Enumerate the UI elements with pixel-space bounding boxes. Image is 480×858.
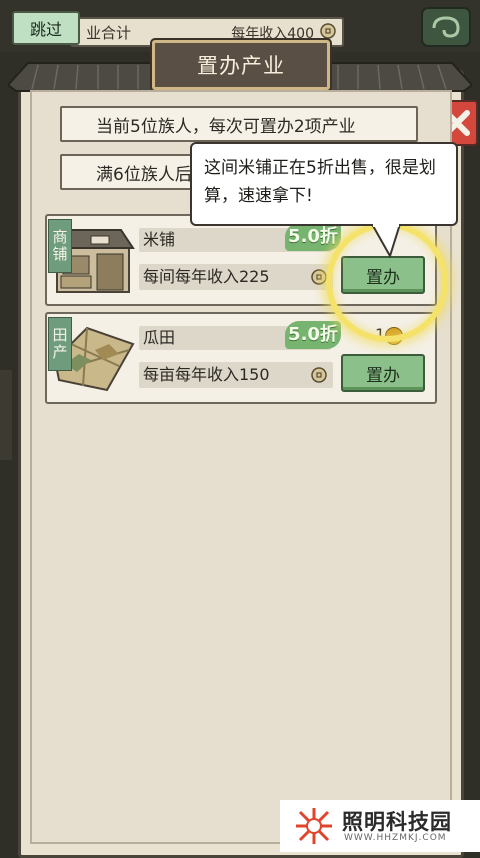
summary-label: 业合计 <box>86 24 132 42</box>
discount-badge: 5.0折 <box>285 223 341 251</box>
watermark-title: 照明科技园 <box>342 810 452 834</box>
tooltip-pointer <box>371 224 401 258</box>
gold-coin-icon <box>385 327 403 345</box>
dialog-title: 置办产业 <box>152 40 330 90</box>
tutorial-tooltip: 这间米铺正在5折出售，很是划算，速速拿下! <box>190 142 458 226</box>
property-income-text: 每间每年收入225 <box>143 267 270 286</box>
property-card-melon-field: 田产 瓜田 5.0折 1 每亩每年收入150 置办 <box>45 312 437 404</box>
buy-button-melon-field[interactable]: 置办 <box>341 354 425 392</box>
category-tag: 田产 <box>48 317 72 371</box>
category-tag: 商铺 <box>48 219 72 273</box>
coin-icon <box>311 269 327 285</box>
property-income-text: 每亩每年收入150 <box>143 365 270 384</box>
clan-member-info: 当前5位族人，每次可置办2项产业 <box>60 106 418 142</box>
coin-icon <box>320 23 336 39</box>
sunburst-logo-icon <box>296 808 332 844</box>
property-income: 每间每年收入225 <box>139 264 333 290</box>
property-income: 每亩每年收入150 <box>139 362 333 388</box>
swirl-ornament-icon <box>421 7 471 47</box>
skip-button[interactable]: 跳过 <box>12 11 80 45</box>
owned-count: 1 <box>375 325 386 344</box>
discount-badge: 5.0折 <box>285 321 341 349</box>
background-edge <box>0 370 12 460</box>
watermark-banner: 照明科技园 WWW.HHZMKJ.COM <box>280 800 480 852</box>
coin-icon <box>311 367 327 383</box>
buy-button-rice-shop[interactable]: 置办 <box>341 256 425 294</box>
watermark-url: WWW.HHZMKJ.COM <box>344 833 447 843</box>
